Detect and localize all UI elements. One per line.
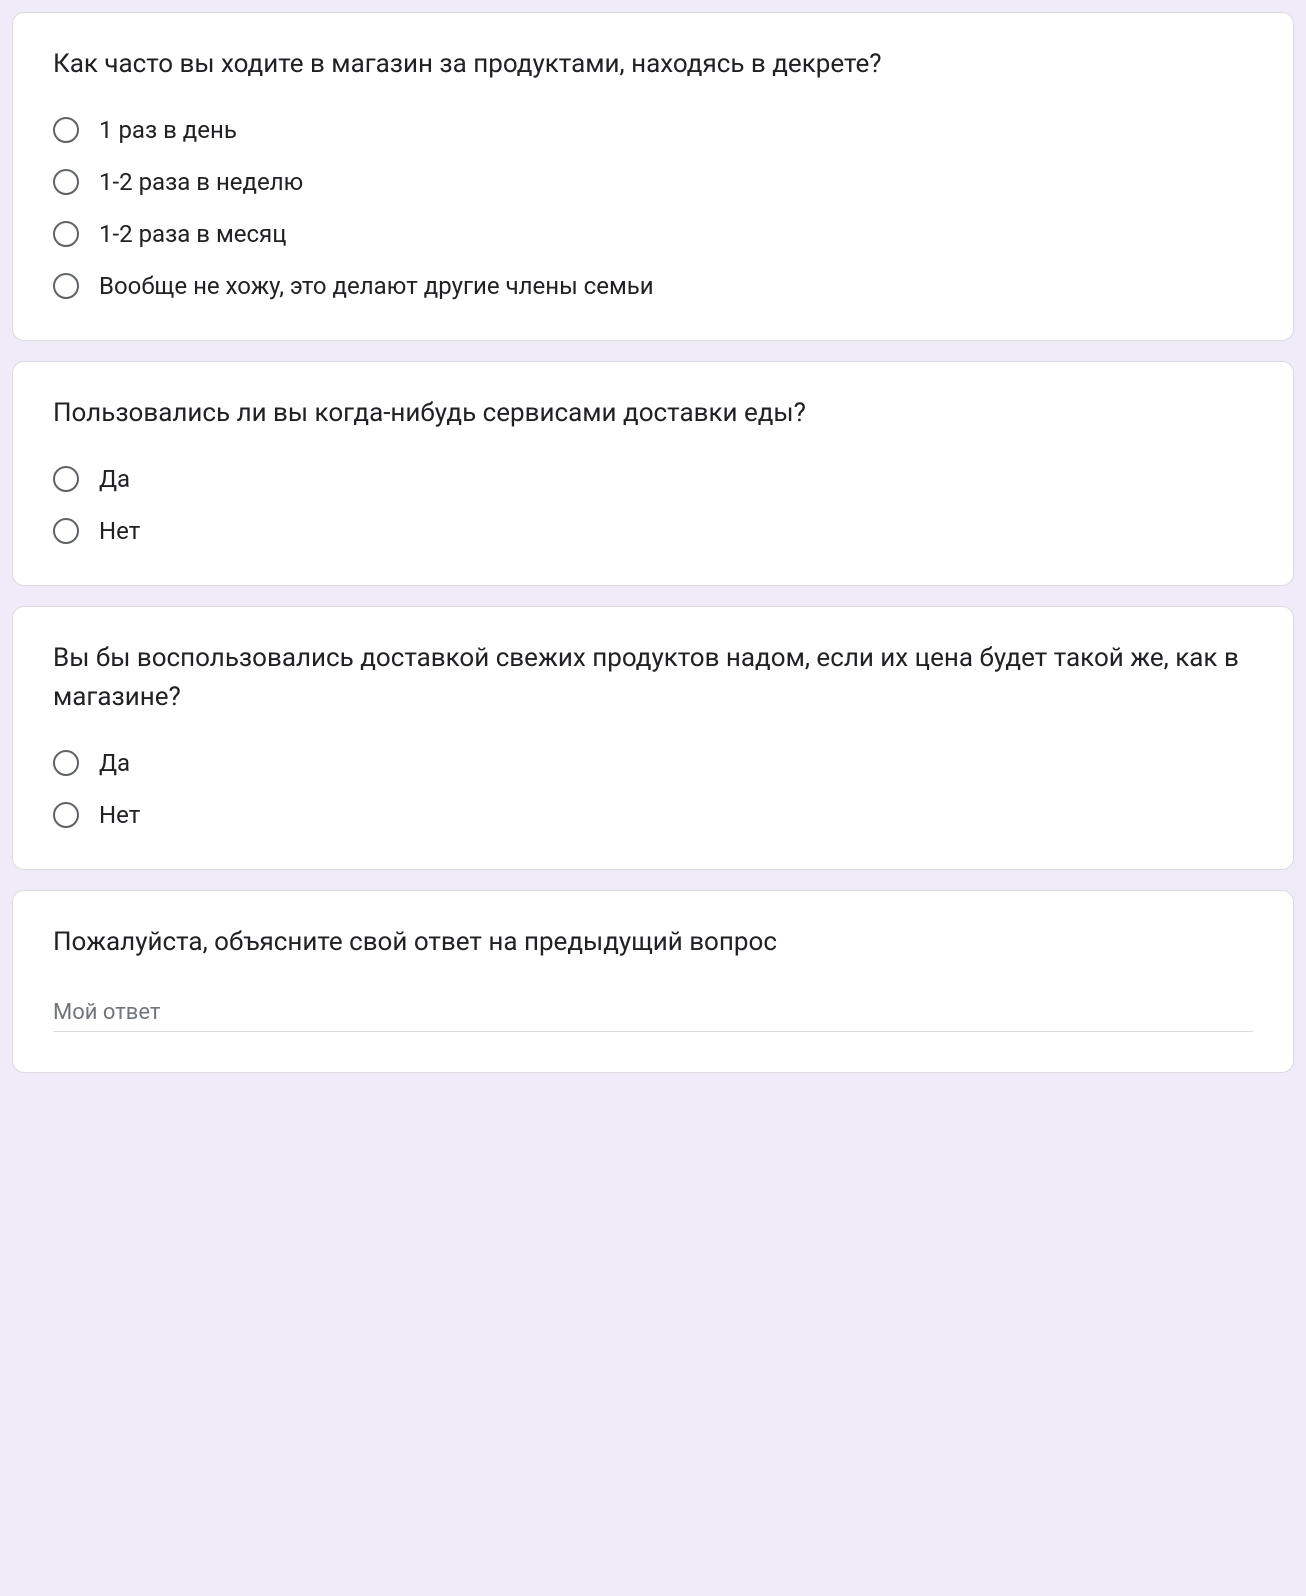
question-card: Вы бы воспользовались доставкой свежих п… (12, 606, 1294, 870)
question-title: Пользовались ли вы когда-нибудь сервисам… (53, 394, 1253, 433)
radio-icon (53, 802, 79, 828)
option-label: Да (99, 749, 130, 777)
question-title: Вы бы воспользовались доставкой свежих п… (53, 639, 1253, 717)
answer-input[interactable] (53, 994, 1253, 1032)
option-label: Вообще не хожу, это делают другие члены … (99, 272, 654, 300)
radio-icon (53, 466, 79, 492)
radio-option[interactable]: 1 раз в день (53, 116, 1253, 144)
radio-option[interactable]: Нет (53, 517, 1253, 545)
radio-icon (53, 518, 79, 544)
question-card: Пожалуйста, объясните свой ответ на пред… (12, 890, 1294, 1073)
option-label: 1 раз в день (99, 116, 237, 144)
question-card: Пользовались ли вы когда-нибудь сервисам… (12, 361, 1294, 586)
radio-icon (53, 273, 79, 299)
option-label: Да (99, 465, 130, 493)
option-label: 1-2 раза в неделю (99, 168, 303, 196)
radio-option[interactable]: Вообще не хожу, это делают другие члены … (53, 272, 1253, 300)
radio-option[interactable]: Да (53, 749, 1253, 777)
option-label: 1-2 раза в месяц (99, 220, 286, 248)
radio-icon (53, 169, 79, 195)
option-label: Нет (99, 517, 140, 545)
text-input-container (53, 994, 1253, 1032)
radio-option[interactable]: Да (53, 465, 1253, 493)
question-title: Как часто вы ходите в магазин за продукт… (53, 45, 1253, 84)
radio-icon (53, 117, 79, 143)
radio-icon (53, 750, 79, 776)
radio-icon (53, 221, 79, 247)
radio-option[interactable]: 1-2 раза в неделю (53, 168, 1253, 196)
radio-option[interactable]: 1-2 раза в месяц (53, 220, 1253, 248)
question-card: Как часто вы ходите в магазин за продукт… (12, 12, 1294, 341)
option-label: Нет (99, 801, 140, 829)
radio-option[interactable]: Нет (53, 801, 1253, 829)
question-title: Пожалуйста, объясните свой ответ на пред… (53, 923, 1253, 962)
